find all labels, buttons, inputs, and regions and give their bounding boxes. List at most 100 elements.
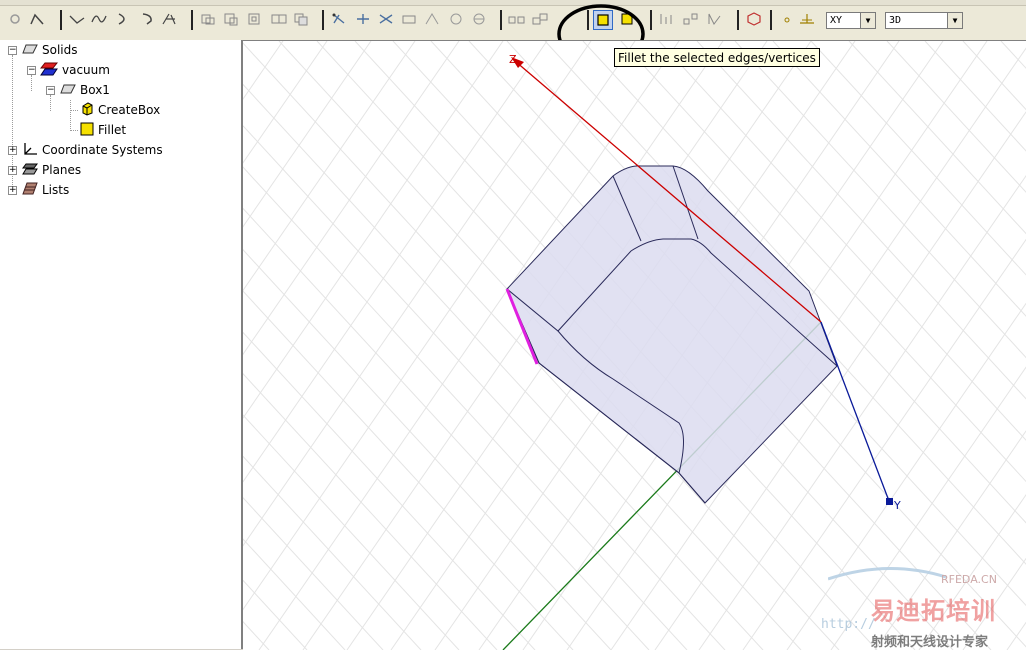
- tree-item-label: Box1: [80, 83, 110, 97]
- tree-item-vacuum[interactable]: vacuum: [39, 61, 110, 79]
- watermark-subtitle: 射频和天线设计专家: [871, 635, 989, 650]
- draw-ellipse-icon[interactable]: [222, 10, 240, 28]
- box-icon: [60, 83, 76, 98]
- draw-spline-icon[interactable]: [90, 10, 108, 28]
- solids-icon: [22, 43, 38, 58]
- duplicate-around-axis-icon[interactable]: [447, 10, 465, 28]
- tree-item-label: CreateBox: [98, 103, 161, 117]
- grid-line: [243, 373, 498, 650]
- grid-line: [243, 579, 308, 650]
- tree-item-label: Coordinate Systems: [42, 143, 163, 157]
- draw-region-icon[interactable]: [745, 10, 763, 28]
- createbox-icon: [80, 101, 94, 119]
- expander[interactable]: +: [8, 146, 17, 155]
- tree-line: [70, 100, 71, 131]
- watermark-url: http://: [821, 617, 876, 632]
- tree-line: [50, 95, 51, 111]
- tree-item-label: Planes: [42, 163, 82, 177]
- watermark: RFEDA.CN 易迪拓培训 http:// 射频和天线设计专家: [773, 559, 1026, 650]
- expander[interactable]: −: [27, 66, 36, 75]
- model-tree: − Solids − vacuum − Box1 CreateBox Fille…: [0, 40, 243, 649]
- planes-icon: [22, 162, 38, 179]
- toolbar-separator: [737, 10, 739, 30]
- watermark-site: RFEDA.CN: [941, 573, 997, 586]
- grid-line: [243, 538, 346, 650]
- working-plane-icon[interactable]: [798, 10, 816, 28]
- plane-select[interactable]: XY ▼: [826, 12, 876, 29]
- draw-arc-icon[interactable]: [114, 10, 132, 28]
- box-solid[interactable]: [506, 165, 838, 504]
- expander[interactable]: −: [8, 46, 17, 55]
- watermark-brand: 易迪拓培训: [871, 597, 996, 625]
- grid-line: [243, 455, 422, 650]
- draw-line-icon[interactable]: [68, 10, 86, 28]
- material-icon: [39, 62, 59, 79]
- scale-icon[interactable]: [400, 10, 418, 28]
- grid-line: [243, 41, 548, 483]
- tree-item-label: vacuum: [62, 63, 110, 77]
- draw-equation-curve-icon[interactable]: [160, 10, 178, 28]
- toolbar-separator: [650, 10, 652, 30]
- separate-bodies-icon[interactable]: [682, 10, 700, 28]
- sweep-icon[interactable]: [28, 10, 46, 28]
- draw-circle-icon[interactable]: [246, 10, 264, 28]
- draw-rectangle-icon[interactable]: [199, 10, 217, 28]
- main-toolbar: XY ▼ 3D ▼: [0, 0, 1026, 64]
- 3d-viewport[interactable]: Z Y RFEDA.CN 易迪拓培训 http:// 射频和天线设计专家: [243, 40, 1026, 650]
- tree-line: [70, 110, 78, 111]
- fillet-icon: [80, 122, 94, 139]
- y-axis-label: Y: [893, 499, 901, 512]
- toolbar-separator: [322, 10, 324, 30]
- draw-regular-polygon-icon[interactable]: [270, 10, 288, 28]
- expander[interactable]: +: [8, 166, 17, 175]
- split-icon[interactable]: [658, 10, 676, 28]
- menu-strip-remnant: [0, 0, 1026, 6]
- tree-item-fillet[interactable]: Fillet: [80, 121, 126, 139]
- tree-item-label: Solids: [42, 43, 78, 57]
- move-icon[interactable]: [330, 10, 348, 28]
- tree-item-label: Lists: [42, 183, 70, 197]
- subtract-icon[interactable]: [532, 10, 550, 28]
- tree-item-lists[interactable]: Lists: [22, 181, 69, 199]
- plane-select-value: XY: [830, 15, 843, 26]
- rotate-icon[interactable]: [354, 10, 372, 28]
- tree-item-createbox[interactable]: CreateBox: [80, 101, 160, 119]
- chevron-down-icon[interactable]: ▼: [947, 13, 962, 28]
- grid-line: [243, 620, 270, 650]
- draw-center-arc-icon[interactable]: [138, 10, 156, 28]
- z-axis-label: Z: [509, 53, 517, 66]
- tree-item-coordinate-systems[interactable]: Coordinate Systems: [22, 141, 163, 159]
- toolbar-separator: [60, 10, 62, 30]
- duplicate-along-line-icon[interactable]: [423, 10, 441, 28]
- relative-cs-icon[interactable]: [778, 10, 796, 28]
- lists-icon: [22, 182, 38, 199]
- tree-item-box1[interactable]: Box1: [60, 81, 110, 99]
- draw-box-icon[interactable]: [292, 10, 310, 28]
- watermark-swoosh: [828, 567, 947, 581]
- expander[interactable]: +: [8, 186, 17, 195]
- view-mode-select[interactable]: 3D ▼: [885, 12, 963, 29]
- expander[interactable]: −: [46, 86, 55, 95]
- y-axis-arrow: [886, 498, 893, 505]
- view-mode-value: 3D: [889, 15, 902, 26]
- toolbar-separator: [500, 10, 502, 30]
- tree-item-planes[interactable]: Planes: [22, 161, 81, 179]
- tree-item-label: Fillet: [98, 123, 127, 137]
- chevron-down-icon[interactable]: ▼: [860, 13, 875, 28]
- coordinate-systems-icon: [22, 142, 38, 159]
- duplicate-mirror-icon[interactable]: [470, 10, 488, 28]
- grid-line: [243, 41, 416, 292]
- unite-icon[interactable]: [508, 10, 526, 28]
- mirror-icon[interactable]: [377, 10, 395, 28]
- tree-line: [31, 75, 32, 91]
- snap-icon[interactable]: [6, 10, 24, 28]
- y-axis-line: [820, 321, 890, 502]
- toolbar-separator: [770, 10, 772, 30]
- tree-item-solids[interactable]: Solids: [22, 41, 78, 59]
- grid-line: [243, 41, 460, 356]
- grid-line: [243, 414, 460, 650]
- tree-line: [70, 130, 78, 131]
- sweep-along-path-icon[interactable]: [706, 10, 724, 28]
- grid-line: [243, 41, 504, 419]
- tooltip: Fillet the selected edges/vertices: [614, 48, 820, 67]
